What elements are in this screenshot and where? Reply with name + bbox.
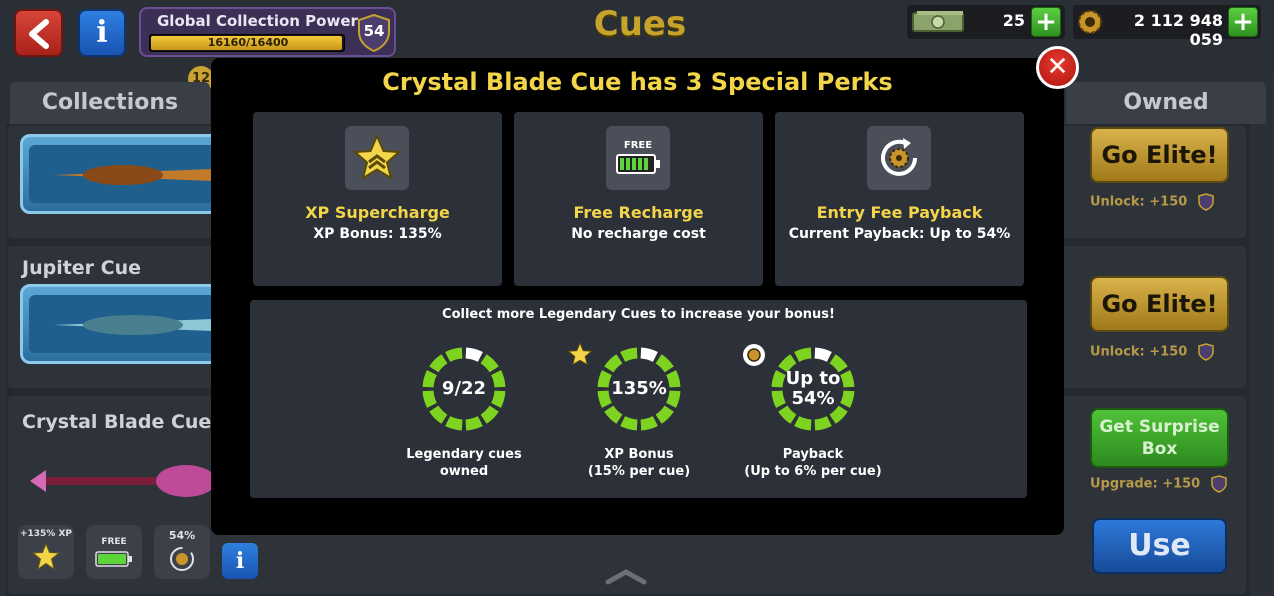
- perk-mini-payback[interactable]: 54%: [154, 525, 210, 579]
- battery-free-label: FREE: [623, 140, 653, 151]
- back-arrow-icon: [29, 19, 49, 49]
- shield-icon: [1198, 343, 1214, 361]
- info-icon: i: [235, 548, 245, 574]
- chevron-up-icon[interactable]: [604, 566, 648, 586]
- payback-coin-icon: [881, 138, 917, 176]
- perks-modal: Crystal Blade Cue has 3 Special Perks XP…: [211, 58, 1064, 535]
- perk-name: XP Supercharge: [305, 203, 450, 222]
- cue-image: [30, 465, 216, 497]
- go-elite-button[interactable]: Go Elite!: [1090, 276, 1229, 332]
- perk-mini-label: +135% XP: [19, 529, 72, 539]
- perk-mini-label: FREE: [101, 537, 127, 547]
- star-chevron-icon: [352, 133, 402, 181]
- ring-value: 135%: [611, 378, 667, 399]
- perk-name: Entry Fee Payback: [816, 203, 983, 222]
- go-elite-button[interactable]: Go Elite!: [1090, 127, 1229, 183]
- perk-name: Free Recharge: [573, 203, 704, 222]
- star-chevron-icon: [32, 543, 60, 571]
- ring-label: Legendary cues owned: [406, 447, 522, 479]
- unlock-reward: Unlock: +150: [1090, 193, 1229, 211]
- collection-power-label: Global Collection Power: [157, 12, 358, 30]
- use-button[interactable]: Use: [1092, 518, 1227, 574]
- get-surprise-box-button[interactable]: Get Surprise Box: [1090, 408, 1229, 468]
- ring-value: Up to 54%: [785, 368, 841, 409]
- cue-thumbnail[interactable]: [20, 284, 220, 364]
- cash-icon: [912, 11, 964, 32]
- tab-owned[interactable]: Owned: [1066, 82, 1266, 124]
- perk-description: Current Payback: Up to 54%: [788, 226, 1011, 242]
- ring-label: XP Bonus (15% per cue): [587, 447, 691, 479]
- perk-description: XP Bonus: 135%: [313, 226, 442, 242]
- add-cash-button[interactable]: +: [1031, 7, 1061, 37]
- xp-bonus-ring: 135%: [594, 344, 684, 434]
- add-coins-button[interactable]: +: [1228, 7, 1258, 37]
- perk-mini-xp[interactable]: +135% XP: [18, 525, 74, 579]
- perk-card-entry-fee-payback: Entry Fee Payback Current Payback: Up to…: [775, 112, 1024, 286]
- cue-image: [29, 145, 217, 203]
- coin-gear-icon: [1078, 10, 1102, 34]
- payback-coin-icon: [170, 547, 194, 571]
- star-chevron-icon: [567, 342, 593, 366]
- ring-label: Payback (Up to 6% per cue): [744, 447, 882, 479]
- bonus-header: Collect more Legendary Cues to increase …: [442, 307, 835, 322]
- plus-icon: +: [1035, 7, 1057, 37]
- modal-title: Crystal Blade Cue has 3 Special Perks: [382, 68, 893, 96]
- battery-icon: [95, 551, 132, 567]
- collection-power-value: 16160/16400: [207, 36, 289, 49]
- perk-icon-box: [345, 126, 409, 190]
- legendary-owned-ring: 9/22: [419, 344, 509, 434]
- perk-card-xp-supercharge: XP Supercharge XP Bonus: 135%: [253, 112, 502, 286]
- payback-ring: Up to 54%: [768, 344, 858, 434]
- close-icon: ✕: [1046, 52, 1069, 82]
- perk-card-free-recharge: FREE Free Recharge No recharge cost: [514, 112, 763, 286]
- cue-image: [29, 295, 217, 353]
- plus-icon: +: [1232, 7, 1254, 37]
- shield-icon: [1211, 475, 1227, 493]
- perk-description: No recharge cost: [571, 226, 706, 242]
- collection-power-bar: 16160/16400: [149, 34, 345, 52]
- cue-name: Crystal Blade Cue: [22, 411, 212, 433]
- perk-mini-label: 54%: [168, 529, 196, 542]
- perks-info-button[interactable]: i: [222, 543, 258, 579]
- cash-value: 25: [1002, 11, 1025, 30]
- shield-icon: [1198, 193, 1214, 211]
- close-modal-button[interactable]: ✕: [1036, 46, 1079, 89]
- perk-icon-box: [867, 126, 931, 190]
- level-number: 54: [363, 22, 385, 40]
- coin-value: 2 112 948 059: [1133, 11, 1223, 49]
- info-button[interactable]: i: [78, 9, 126, 57]
- global-collection-power[interactable]: Global Collection Power 16160/16400 54: [139, 7, 396, 57]
- cue-thumbnail[interactable]: [20, 134, 220, 214]
- page-title: Cues: [593, 4, 687, 44]
- upgrade-reward: Upgrade: +150: [1090, 475, 1229, 493]
- bonus-panel: Collect more Legendary Cues to increase …: [250, 300, 1027, 498]
- perk-mini-free[interactable]: FREE: [86, 525, 142, 579]
- ring-value: 9/22: [441, 378, 487, 399]
- coin-counter: 2 112 948 059 +: [1073, 5, 1261, 49]
- cash-counter: 25 +: [907, 5, 1065, 39]
- tab-collections[interactable]: Collections: [10, 82, 210, 124]
- payback-coin-icon: [743, 344, 765, 366]
- back-button[interactable]: [14, 9, 63, 57]
- unlock-reward: Unlock: +150: [1090, 343, 1229, 361]
- cue-name: Jupiter Cue: [22, 257, 142, 279]
- battery-icon: [616, 154, 660, 174]
- info-icon: i: [96, 15, 108, 50]
- perk-icon-box: FREE: [606, 126, 670, 190]
